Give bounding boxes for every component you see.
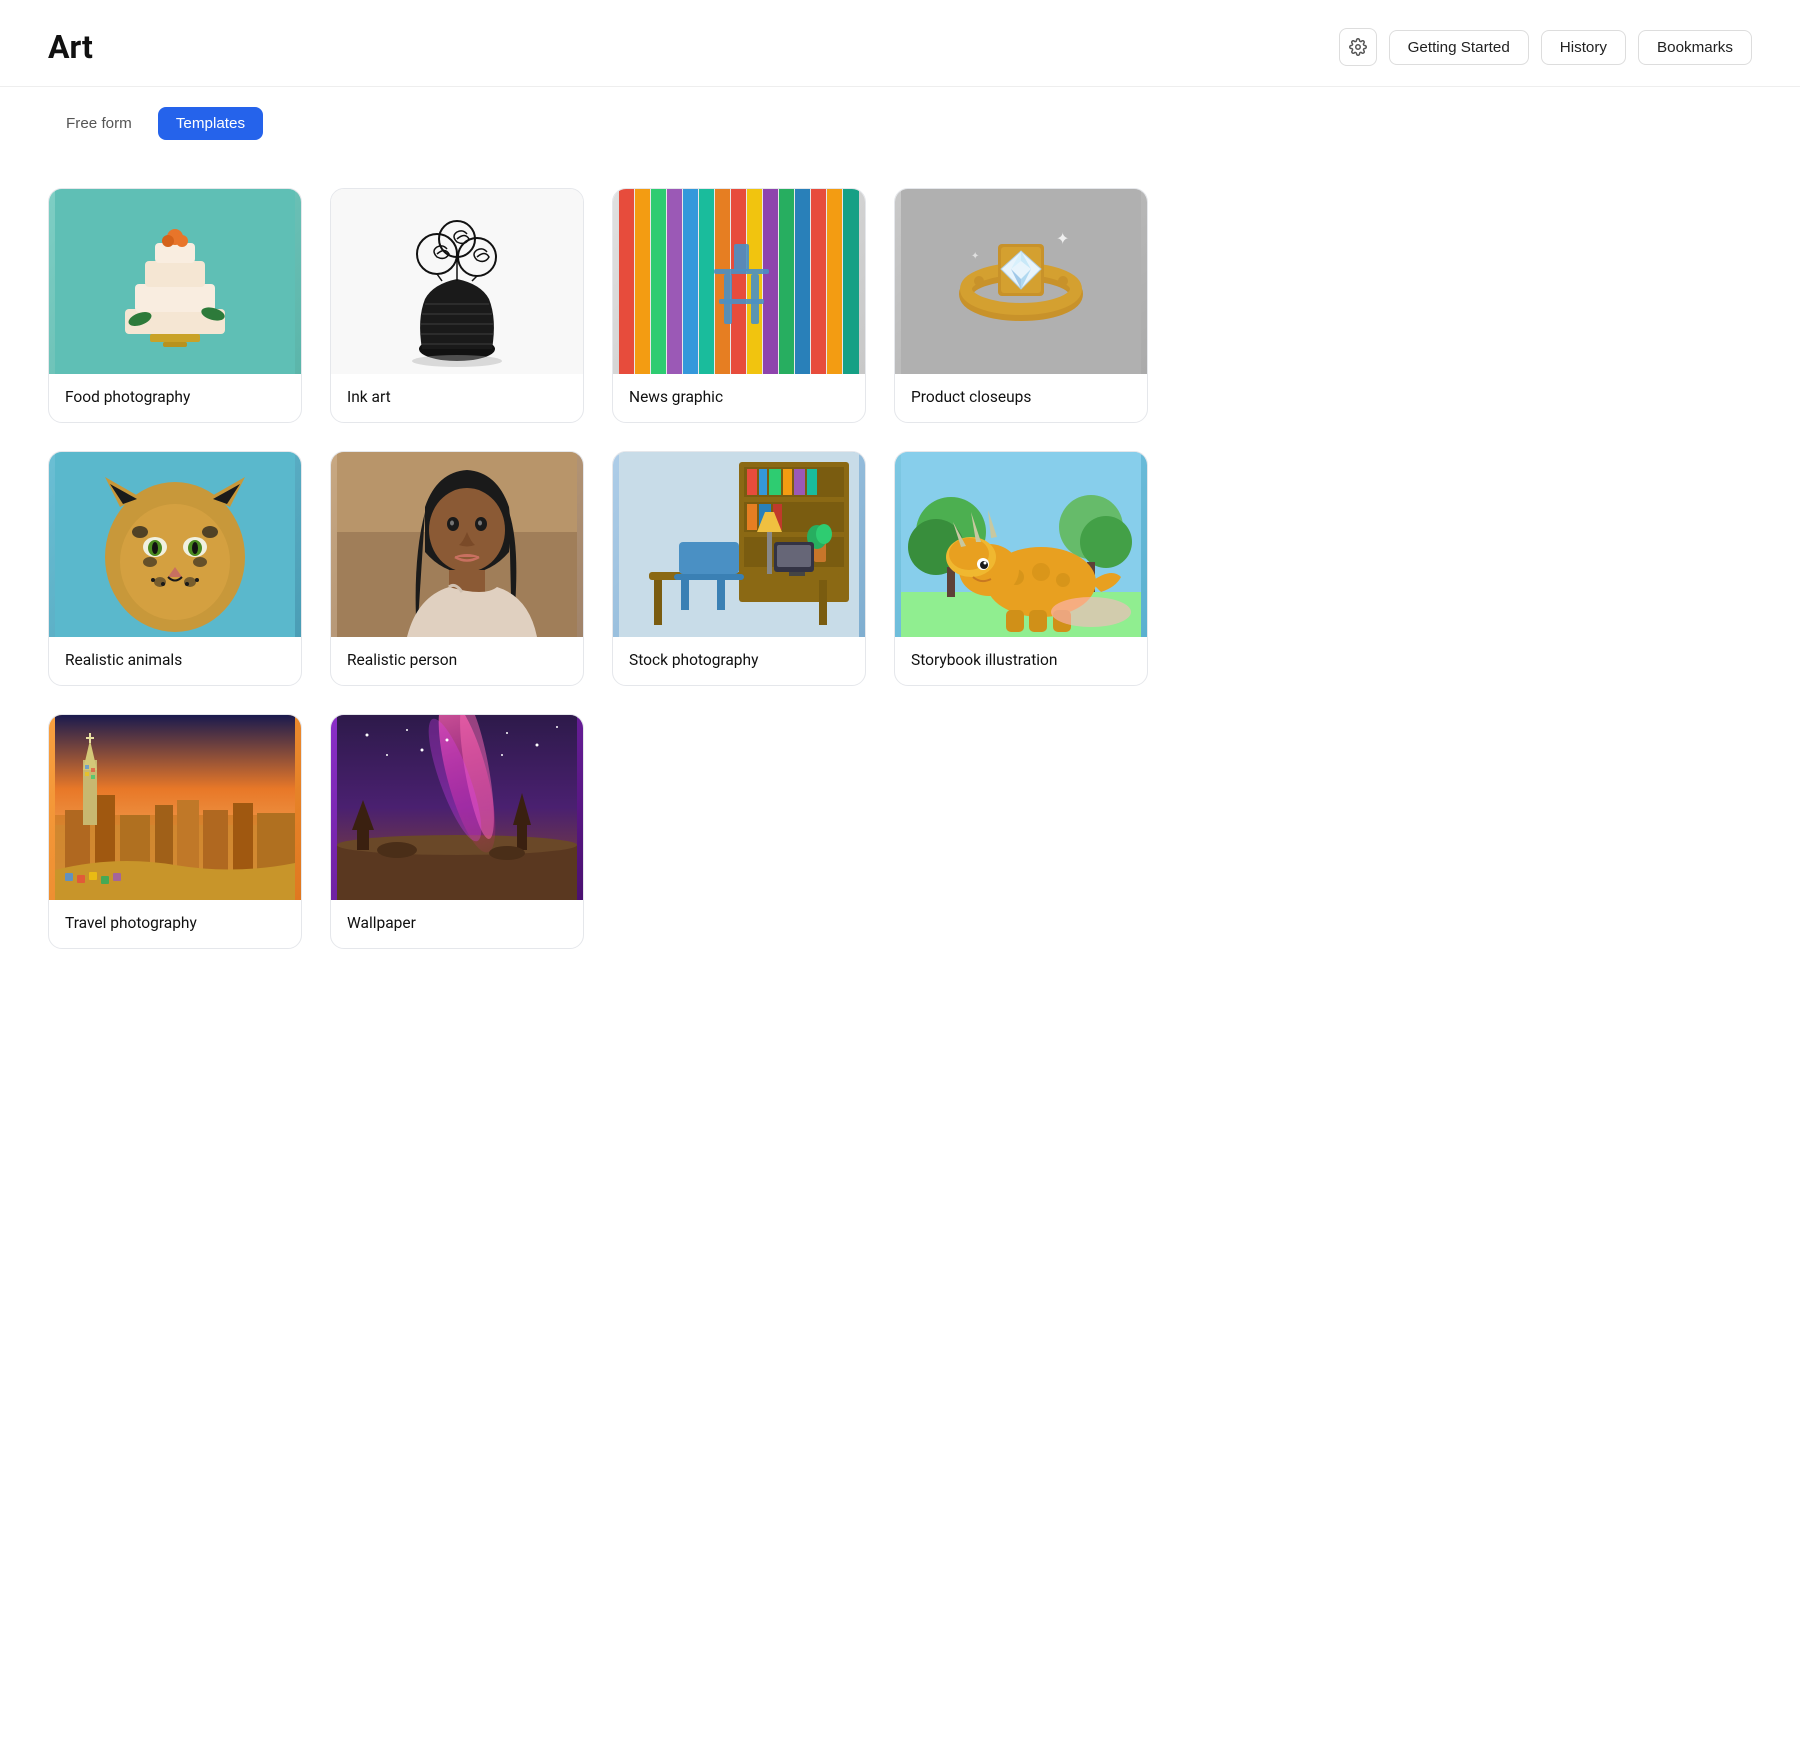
gallery-main: Food photography Ink art [0,156,1800,997]
card-stock-photography[interactable]: Stock photography [612,451,866,686]
tabs-bar: Free form Templates [0,87,1800,156]
card-label-wallpaper: Wallpaper [331,900,583,948]
card-image-travel-photography [49,715,301,900]
bookmarks-button[interactable]: Bookmarks [1638,30,1752,65]
card-label-stock-photography: Stock photography [613,637,865,685]
card-label-ink-art: Ink art [331,374,583,422]
card-image-realistic-animals [49,452,301,637]
card-label-realistic-animals: Realistic animals [49,637,301,685]
getting-started-button[interactable]: Getting Started [1389,30,1529,65]
card-wallpaper[interactable]: Wallpaper [330,714,584,949]
card-travel-photography[interactable]: Travel photography [48,714,302,949]
settings-icon-button[interactable] [1339,28,1377,66]
card-storybook-illustration[interactable]: Storybook illustration [894,451,1148,686]
card-image-realistic-person [331,452,583,637]
card-food-photography[interactable]: Food photography [48,188,302,423]
app-header: Art Getting Started History Bookmarks [0,0,1800,87]
card-label-realistic-person: Realistic person [331,637,583,685]
card-label-storybook-illustration: Storybook illustration [895,637,1147,685]
gallery-grid: Food photography Ink art [48,188,1148,949]
card-image-food-photography [49,189,301,374]
card-image-news-graphic [613,189,865,374]
card-image-stock-photography [613,452,865,637]
card-product-closeups[interactable]: ✦ ✦ Product closeups [894,188,1148,423]
svg-text:✦: ✦ [1056,229,1069,248]
header-actions: Getting Started History Bookmarks [1339,28,1752,66]
card-image-product-closeups: ✦ ✦ [895,189,1147,374]
gear-icon [1349,38,1367,56]
card-news-graphic[interactable]: News graphic [612,188,866,423]
card-label-travel-photography: Travel photography [49,900,301,948]
card-label-product-closeups: Product closeups [895,374,1147,422]
svg-text:✦: ✦ [971,251,979,262]
card-realistic-person[interactable]: Realistic person [330,451,584,686]
card-label-food-photography: Food photography [49,374,301,422]
card-image-storybook-illustration [895,452,1147,637]
card-image-wallpaper [331,715,583,900]
page-title: Art [48,28,93,66]
card-image-ink-art [331,189,583,374]
card-label-news-graphic: News graphic [613,374,865,422]
card-realistic-animals[interactable]: Realistic animals [48,451,302,686]
tab-templates[interactable]: Templates [158,107,263,140]
history-button[interactable]: History [1541,30,1626,65]
tab-free-form[interactable]: Free form [48,107,150,140]
card-ink-art[interactable]: Ink art [330,188,584,423]
